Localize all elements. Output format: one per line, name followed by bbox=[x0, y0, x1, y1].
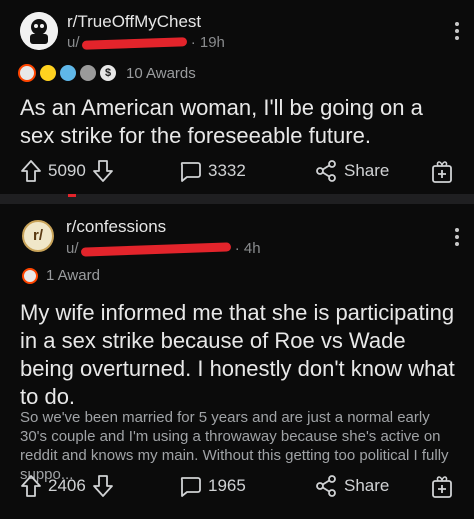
add-award-icon bbox=[432, 476, 452, 498]
redaction-mark bbox=[81, 36, 187, 50]
post-title[interactable]: My wife informed me that she is particip… bbox=[20, 299, 456, 411]
downvote-arrow-icon[interactable] bbox=[92, 474, 114, 498]
post-age: · 4h bbox=[234, 240, 261, 257]
vote-count: 2406 bbox=[48, 476, 86, 495]
vote-count: 5090 bbox=[48, 161, 86, 180]
awards-count: 1 Award bbox=[46, 267, 100, 284]
comments-button[interactable]: 3332 bbox=[178, 159, 246, 183]
comments-button[interactable]: 1965 bbox=[178, 474, 246, 498]
add-award-button[interactable] bbox=[430, 158, 454, 184]
post-title[interactable]: As an American woman, I'll be going on a… bbox=[20, 94, 456, 150]
post-meta: u/ · 4h bbox=[66, 240, 261, 257]
post-card-1[interactable]: r/TrueOffMyChest u/ · 19h $ 10 Awards As… bbox=[0, 0, 474, 194]
post-separator bbox=[0, 194, 474, 204]
comment-bubble-icon bbox=[180, 477, 201, 497]
add-award-icon bbox=[432, 161, 452, 183]
post-meta: u/ · 19h bbox=[67, 34, 225, 51]
subreddit-avatar-text: r/ bbox=[32, 227, 43, 244]
vote-group: 2406 bbox=[20, 474, 114, 498]
upvote-arrow-icon[interactable] bbox=[20, 474, 42, 498]
award-icon bbox=[80, 65, 96, 81]
awards-row[interactable]: $ 10 Awards bbox=[18, 64, 196, 82]
comment-count: 1965 bbox=[208, 476, 246, 495]
subreddit-avatar[interactable] bbox=[20, 12, 58, 50]
awards-row[interactable]: 1 Award bbox=[22, 267, 100, 284]
post-actions: 2406 1965 Share bbox=[0, 470, 474, 506]
award-icon: $ bbox=[100, 65, 116, 81]
post-card-2[interactable]: r/ r/confessions u/ · 4h 1 Award My wife… bbox=[0, 204, 474, 519]
more-vertical-icon[interactable] bbox=[454, 228, 460, 246]
post-actions: 5090 3332 Share bbox=[0, 155, 474, 191]
vote-group: 5090 bbox=[20, 159, 114, 183]
comment-bubble-icon bbox=[180, 162, 201, 182]
award-icon bbox=[60, 65, 76, 81]
downvote-arrow-icon[interactable] bbox=[92, 159, 114, 183]
add-award-button[interactable] bbox=[430, 473, 454, 499]
share-label: Share bbox=[344, 161, 390, 180]
share-button[interactable]: Share bbox=[314, 474, 389, 498]
share-label: Share bbox=[344, 476, 390, 495]
subreddit-avatar[interactable]: r/ bbox=[22, 220, 54, 252]
post-age: · 19h bbox=[190, 34, 225, 51]
username-prefix[interactable]: u/ bbox=[66, 240, 79, 257]
share-button[interactable]: Share bbox=[314, 159, 389, 183]
username-prefix[interactable]: u/ bbox=[67, 34, 80, 51]
subreddit-name[interactable]: r/TrueOffMyChest bbox=[67, 12, 201, 32]
awards-count: 10 Awards bbox=[126, 64, 196, 82]
redaction-mark bbox=[80, 241, 231, 257]
award-icon bbox=[22, 267, 38, 284]
upvote-arrow-icon[interactable] bbox=[20, 159, 42, 183]
subreddit-name[interactable]: r/confessions bbox=[66, 217, 166, 237]
share-icon bbox=[316, 475, 336, 497]
share-icon bbox=[316, 160, 336, 182]
comment-count: 3332 bbox=[208, 161, 246, 180]
award-icon bbox=[40, 65, 56, 81]
award-icon bbox=[18, 64, 36, 82]
more-vertical-icon[interactable] bbox=[454, 22, 460, 40]
redaction-mark bbox=[68, 194, 76, 197]
